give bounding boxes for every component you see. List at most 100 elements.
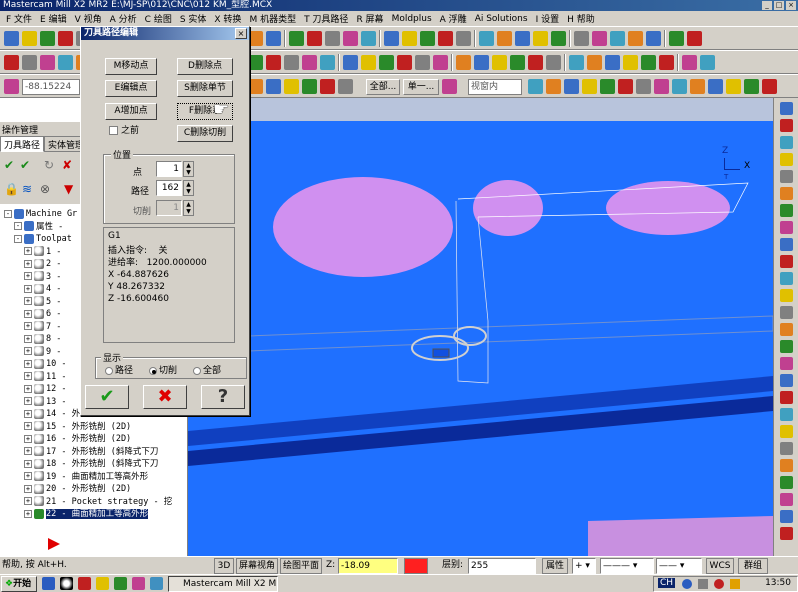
- tree-item[interactable]: +20 - 外形铣削 (2D): [24, 483, 131, 496]
- select-15-icon[interactable]: [338, 79, 353, 94]
- right-tool-22-icon[interactable]: [780, 476, 793, 489]
- menu-item-12[interactable]: Ai Solutions: [471, 14, 532, 24]
- maximize-button[interactable]: □: [774, 1, 784, 10]
- tool-2-icon[interactable]: [40, 31, 55, 46]
- tree-item[interactable]: +11 -: [24, 371, 66, 384]
- quick-launch-icon-4[interactable]: [96, 577, 109, 590]
- tool-1-icon[interactable]: [22, 31, 37, 46]
- draw-17-icon[interactable]: [284, 55, 299, 70]
- tree-item[interactable]: +18 - 外形铣削 (斜降式下刀: [24, 458, 158, 471]
- tray-icon-1[interactable]: [682, 579, 692, 589]
- menu-item-2[interactable]: V 视角: [71, 12, 106, 25]
- menu-item-7[interactable]: M 机器类型: [245, 12, 300, 25]
- right-tool-13-icon[interactable]: [780, 323, 793, 336]
- select-23-icon[interactable]: [636, 79, 651, 94]
- expand-toggle-icon[interactable]: +: [24, 297, 32, 305]
- draw-31-icon[interactable]: [510, 55, 525, 70]
- tree-item[interactable]: +3 -: [24, 271, 61, 284]
- select-11-icon[interactable]: [266, 79, 281, 94]
- select-21-icon[interactable]: [600, 79, 615, 94]
- expand-toggle-icon[interactable]: +: [24, 409, 32, 418]
- right-tool-23-icon[interactable]: [780, 493, 793, 506]
- expand-toggle-icon[interactable]: +: [24, 459, 32, 468]
- select-19-icon[interactable]: [564, 79, 579, 94]
- insert-arrow-icon[interactable]: [48, 538, 60, 550]
- expand-toggle-icon[interactable]: +: [24, 397, 32, 405]
- right-tool-25-icon[interactable]: [780, 527, 793, 540]
- draw-28-icon[interactable]: [456, 55, 471, 70]
- 3d-button[interactable]: 3D: [214, 558, 234, 574]
- tree-item[interactable]: +1 -: [24, 246, 61, 259]
- select-10-icon[interactable]: [248, 79, 263, 94]
- cut-spinner[interactable]: ▲ ▼: [183, 200, 194, 216]
- right-tool-5-icon[interactable]: [780, 187, 793, 200]
- expand-toggle-icon[interactable]: +: [24, 334, 32, 343]
- attributes-button[interactable]: 属性: [542, 558, 568, 574]
- tool-25-icon[interactable]: [402, 31, 417, 46]
- draw-25-icon[interactable]: [415, 55, 430, 70]
- path-input[interactable]: 162: [156, 180, 182, 196]
- select-28-icon[interactable]: [726, 79, 741, 94]
- right-tool-3-icon[interactable]: [780, 153, 793, 166]
- select-16-icon[interactable]: [442, 79, 457, 94]
- select-13-icon[interactable]: [302, 79, 317, 94]
- right-tool-17-icon[interactable]: [780, 391, 793, 404]
- select-17-icon[interactable]: [528, 79, 543, 94]
- draw-23-icon[interactable]: [379, 55, 394, 70]
- right-tool-19-icon[interactable]: [780, 425, 793, 438]
- tree-item[interactable]: - 属性 -: [14, 221, 63, 234]
- tool-22-icon[interactable]: [361, 31, 376, 46]
- point-input[interactable]: 1: [156, 161, 182, 177]
- select-18-icon[interactable]: [546, 79, 561, 94]
- tool-34-icon[interactable]: [551, 31, 566, 46]
- draw-42-icon[interactable]: [682, 55, 697, 70]
- menu-item-13[interactable]: I 设置: [532, 12, 564, 25]
- select-24-icon[interactable]: [654, 79, 669, 94]
- tree-item[interactable]: +17 - 外形铣削 (斜降式下刀: [24, 446, 158, 459]
- regenerate-icon[interactable]: ↻: [44, 158, 58, 172]
- tool-32-icon[interactable]: [515, 31, 530, 46]
- right-tool-20-icon[interactable]: [780, 442, 793, 455]
- display-radio-all[interactable]: 全部: [193, 363, 221, 376]
- tool-43-icon[interactable]: [687, 31, 702, 46]
- before-checkbox[interactable]: 之前: [109, 123, 139, 136]
- expand-toggle-icon[interactable]: +: [24, 447, 32, 455]
- tool-24-icon[interactable]: [384, 31, 399, 46]
- tool-31-icon[interactable]: [497, 31, 512, 46]
- tree-item[interactable]: +8 -: [24, 333, 61, 346]
- display-radio-path[interactable]: 路径: [105, 363, 133, 376]
- menu-item-3[interactable]: A 分析: [106, 12, 141, 25]
- expand-toggle-icon[interactable]: +: [24, 309, 32, 318]
- delete-cut-button[interactable]: C删除切削: [177, 125, 233, 142]
- select-22-icon[interactable]: [618, 79, 633, 94]
- menu-item-8[interactable]: T 刀具路径: [300, 12, 352, 25]
- minimize-button[interactable]: _: [762, 1, 772, 10]
- right-tool-10-icon[interactable]: [780, 272, 793, 285]
- point-style-dropdown[interactable]: + ▾: [572, 558, 596, 574]
- tree-item[interactable]: +9 -: [24, 346, 61, 359]
- menu-item-1[interactable]: E 编辑: [36, 12, 71, 25]
- draw-16-icon[interactable]: [266, 55, 281, 70]
- expand-toggle-icon[interactable]: +: [24, 434, 32, 443]
- right-tool-1-icon[interactable]: [780, 119, 793, 132]
- draw-37-icon[interactable]: [605, 55, 620, 70]
- z-depth-field[interactable]: -18.09: [338, 558, 398, 574]
- tool-36-icon[interactable]: [574, 31, 589, 46]
- delete-point-button[interactable]: D删除点: [177, 58, 233, 75]
- draw-22-icon[interactable]: [361, 55, 376, 70]
- close-button[interactable]: ×: [786, 1, 796, 10]
- tool-39-icon[interactable]: [628, 31, 643, 46]
- tool-27-icon[interactable]: [438, 31, 453, 46]
- menu-item-11[interactable]: A 浮雕: [436, 12, 471, 25]
- expand-toggle-icon[interactable]: +: [24, 422, 32, 430]
- expand-toggle-icon[interactable]: +: [24, 347, 32, 355]
- wcs-button[interactable]: WCS: [706, 558, 734, 574]
- add-point-button[interactable]: A增加点: [105, 103, 157, 120]
- select-all-button[interactable]: 全部...: [366, 79, 400, 95]
- right-tool-21-icon[interactable]: [780, 459, 793, 472]
- ok-button[interactable]: ✔: [85, 385, 129, 409]
- right-tool-9-icon[interactable]: [780, 255, 793, 268]
- point-spinner[interactable]: ▲ ▼: [183, 161, 194, 177]
- tool-0-icon[interactable]: [4, 31, 19, 46]
- select-20-icon[interactable]: [582, 79, 597, 94]
